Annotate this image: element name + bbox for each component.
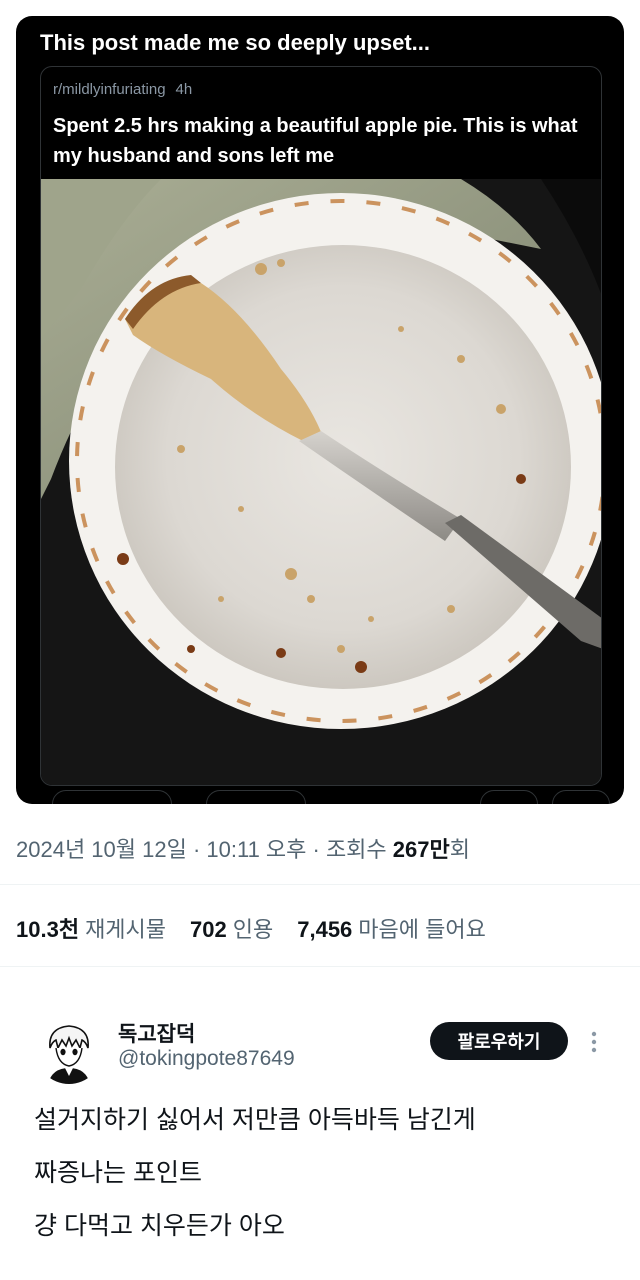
reply-display-name[interactable]: 독고잡덕 — [118, 1018, 195, 1048]
avatar[interactable] — [36, 1018, 102, 1084]
tweet-datetime[interactable]: 2024년 10월 12일 · 10:11 오후 · 조회수 — [16, 837, 393, 862]
embed-headline: This post made me so deeply upset... — [40, 30, 430, 55]
share-pill[interactable] — [552, 790, 610, 804]
reply-text: 설거지하기 싫어서 저만큼 아득바득 남긴게 짜증나는 포인트 걍 다먹고 치우… — [34, 1094, 620, 1253]
embed-action-bar — [40, 790, 610, 804]
anime-avatar-icon — [36, 1018, 102, 1084]
reply-line: 걍 다먹고 치우든가 아오 — [34, 1212, 285, 1240]
post-age: 4h — [175, 81, 193, 98]
reposts-count: 10.3천 — [16, 917, 80, 942]
divider — [0, 884, 640, 885]
upvote-pill[interactable] — [52, 790, 172, 804]
quotes-label: 인용 — [232, 917, 274, 942]
embedded-screenshot: This post made me so deeply upset... r/m… — [16, 16, 624, 804]
quotes-count: 702 — [190, 917, 227, 942]
quoted-post-card[interactable]: r/mildlyinfuriating 4h Spent 2.5 hrs mak… — [40, 66, 602, 786]
likes-stat[interactable]: 7,456 마음에 들어요 — [297, 912, 486, 944]
likes-count: 7,456 — [297, 917, 353, 942]
comment-pill[interactable] — [206, 790, 306, 804]
quotes-stat[interactable]: 702 인용 — [190, 912, 273, 944]
reply-handle[interactable]: @tokingpote87649 — [118, 1047, 295, 1071]
divider — [0, 966, 640, 967]
view-count: 267만 — [392, 837, 450, 862]
reposts-label: 재게시물 — [85, 917, 167, 942]
tweet-timestamp-line: 2024년 10월 12일 · 10:11 오후 · 조회수 267만회 — [16, 832, 470, 864]
quoted-post-title: Spent 2.5 hrs making a beautiful apple p… — [53, 115, 578, 167]
pie-dish-photo[interactable] — [41, 179, 601, 785]
follow-button[interactable]: 팔로우하기 — [430, 1022, 568, 1060]
view-count-suffix: 회 — [449, 837, 470, 862]
quoted-post-meta: r/mildlyinfuriating 4h — [53, 81, 192, 98]
award-pill[interactable] — [480, 790, 538, 804]
reply-line: 설거지하기 싫어서 저만큼 아득바득 남긴게 — [34, 1106, 476, 1134]
likes-label: 마음에 들어요 — [358, 917, 486, 942]
subreddit-label: r/mildlyinfuriating — [53, 81, 166, 98]
reposts-stat[interactable]: 10.3천 재게시물 — [16, 912, 166, 944]
engagement-stats: 10.3천 재게시물 702 인용 7,456 마음에 들어요 — [16, 912, 486, 944]
more-vertical-icon[interactable] — [584, 1026, 604, 1058]
reply-line: 짜증나는 포인트 — [34, 1159, 202, 1187]
